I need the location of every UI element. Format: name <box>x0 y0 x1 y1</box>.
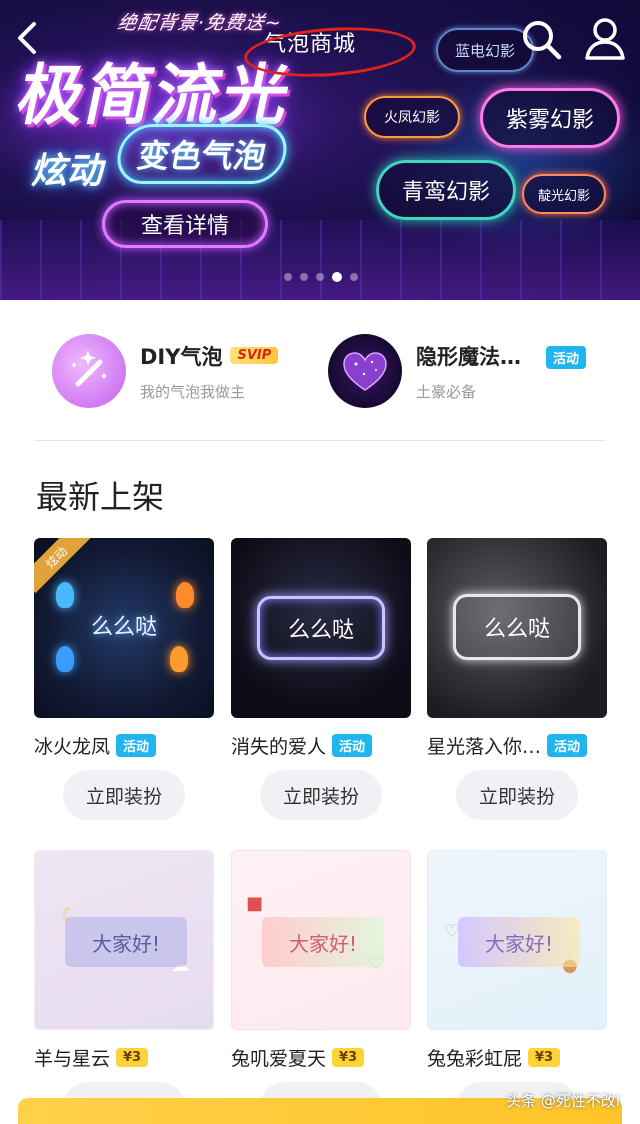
activity-badge: 活动 <box>546 346 587 369</box>
promo-banner[interactable]: 绝配背景·免费送~ 极简流光 炫动 变色气泡 查看详情 蓝电幻影 火凤幻影 紫雾… <box>0 0 640 300</box>
banner-sub-left: 炫动 <box>28 151 110 192</box>
banner-sub-pill: 变色气泡 <box>112 124 292 184</box>
bubble-sample-text: 大家好! <box>458 917 580 967</box>
bubble-preview[interactable]: 么么哒 <box>231 538 411 718</box>
banner-sub-pill-text: 变色气泡 <box>134 137 269 175</box>
profile-button[interactable] <box>580 14 630 64</box>
view-details-button[interactable]: 查看详情 <box>102 200 268 248</box>
bubble-preview[interactable]: ■ ♡ 大家好! <box>231 850 411 1030</box>
section-title: 最新上架 <box>36 478 165 516</box>
bubble-name: 消失的爱人 <box>231 735 327 758</box>
bubble-card[interactable]: 么么哒 星光落入你… 活动 立即装扮 <box>427 538 607 820</box>
neon-tag-purple: 紫雾幻影 <box>480 88 620 148</box>
price-badge: ¥3 <box>332 1047 365 1067</box>
divider <box>34 440 606 441</box>
apply-button[interactable]: 立即装扮 <box>260 770 382 820</box>
activity-badge: 活动 <box>547 733 588 757</box>
search-icon <box>523 21 562 60</box>
bubble-sample-text: 大家好! <box>262 917 384 967</box>
neon-tag-indigo: 靛光幻影 <box>522 174 606 214</box>
bubble-preview[interactable]: 么么哒 <box>427 538 607 718</box>
price-badge: ¥3 <box>116 1047 149 1067</box>
watermark: 头条 @死性不改i <box>506 1092 620 1110</box>
back-button[interactable] <box>8 16 48 60</box>
view-details-label: 查看详情 <box>140 214 229 239</box>
feature-title: DIY气泡 <box>140 344 223 369</box>
carousel-dot[interactable] <box>300 273 308 281</box>
bubble-sample-text: 么么哒 <box>90 615 157 640</box>
bubble-preview[interactable]: ♡ ● 大家好! <box>427 850 607 1030</box>
bubble-preview[interactable]: 炫动 么么哒 <box>34 538 214 718</box>
apply-button[interactable]: 立即装扮 <box>63 770 185 820</box>
bubble-name: 兔叽爱夏天 <box>231 1047 327 1070</box>
feature-diy-bubble[interactable]: DIY气泡 SVIP 我的气泡我做主 <box>52 332 312 410</box>
carousel-dot[interactable] <box>284 273 292 281</box>
user-icon <box>585 18 625 60</box>
feature-title: 隐形魔法… <box>416 344 521 369</box>
neon-tag-orange: 火凤幻影 <box>364 96 460 138</box>
carousel-indicator[interactable] <box>284 272 358 282</box>
search-button[interactable] <box>518 16 564 62</box>
chevron-left-icon <box>18 22 36 54</box>
svip-badge: SVIP <box>230 347 279 364</box>
apply-button[interactable]: 立即装扮 <box>456 770 578 820</box>
bubble-card[interactable]: ■ ♡ 大家好! 兔叽爱夏天 ¥3 立即装扮 <box>231 850 411 1124</box>
carousel-dot[interactable] <box>350 273 358 281</box>
price-badge: ¥3 <box>528 1047 561 1067</box>
activity-badge: 活动 <box>116 733 157 757</box>
magic-wand-icon <box>52 334 126 408</box>
bubble-card[interactable]: 炫动 么么哒 冰火龙凤 活动 立即装扮 <box>34 538 214 820</box>
bubble-name: 星光落入你… <box>427 735 542 758</box>
bubble-card[interactable]: ☾ ☁ 大家好! 羊与星云 ¥3 立即装扮 <box>34 850 214 1124</box>
bubble-sample-text: 大家好! <box>65 917 187 967</box>
feature-subtitle: 我的气泡我做主 <box>140 382 246 401</box>
bubble-name: 羊与星云 <box>34 1047 111 1070</box>
bubble-sample-text: 么么哒 <box>453 594 581 660</box>
rabbit-decoration: ■ <box>246 893 264 914</box>
feature-invisible-magic[interactable]: 隐形魔法… 土豪必备 活动 <box>328 332 618 410</box>
bubble-name: 冰火龙凤 <box>34 735 111 758</box>
banner-tagline: 绝配背景·免费送~ <box>115 12 284 34</box>
bubble-sample-text: 么么哒 <box>257 596 385 660</box>
carousel-dot[interactable] <box>316 273 324 281</box>
banner-grid-floor <box>0 220 640 300</box>
neon-tag-teal: 青鸾幻影 <box>376 160 516 220</box>
activity-badge: 活动 <box>332 733 373 757</box>
bubble-card[interactable]: 么么哒 消失的爱人 活动 立即装扮 <box>231 538 411 820</box>
heart-icon <box>328 334 402 408</box>
feature-subtitle: 土豪必备 <box>416 382 477 401</box>
bubble-name: 兔兔彩虹屁 <box>427 1047 523 1070</box>
bubble-card[interactable]: ♡ ● 大家好! 兔兔彩虹屁 ¥3 立即装扮 <box>427 850 607 1124</box>
carousel-dot-active[interactable] <box>332 272 342 282</box>
bubble-preview[interactable]: ☾ ☁ 大家好! <box>34 850 214 1030</box>
